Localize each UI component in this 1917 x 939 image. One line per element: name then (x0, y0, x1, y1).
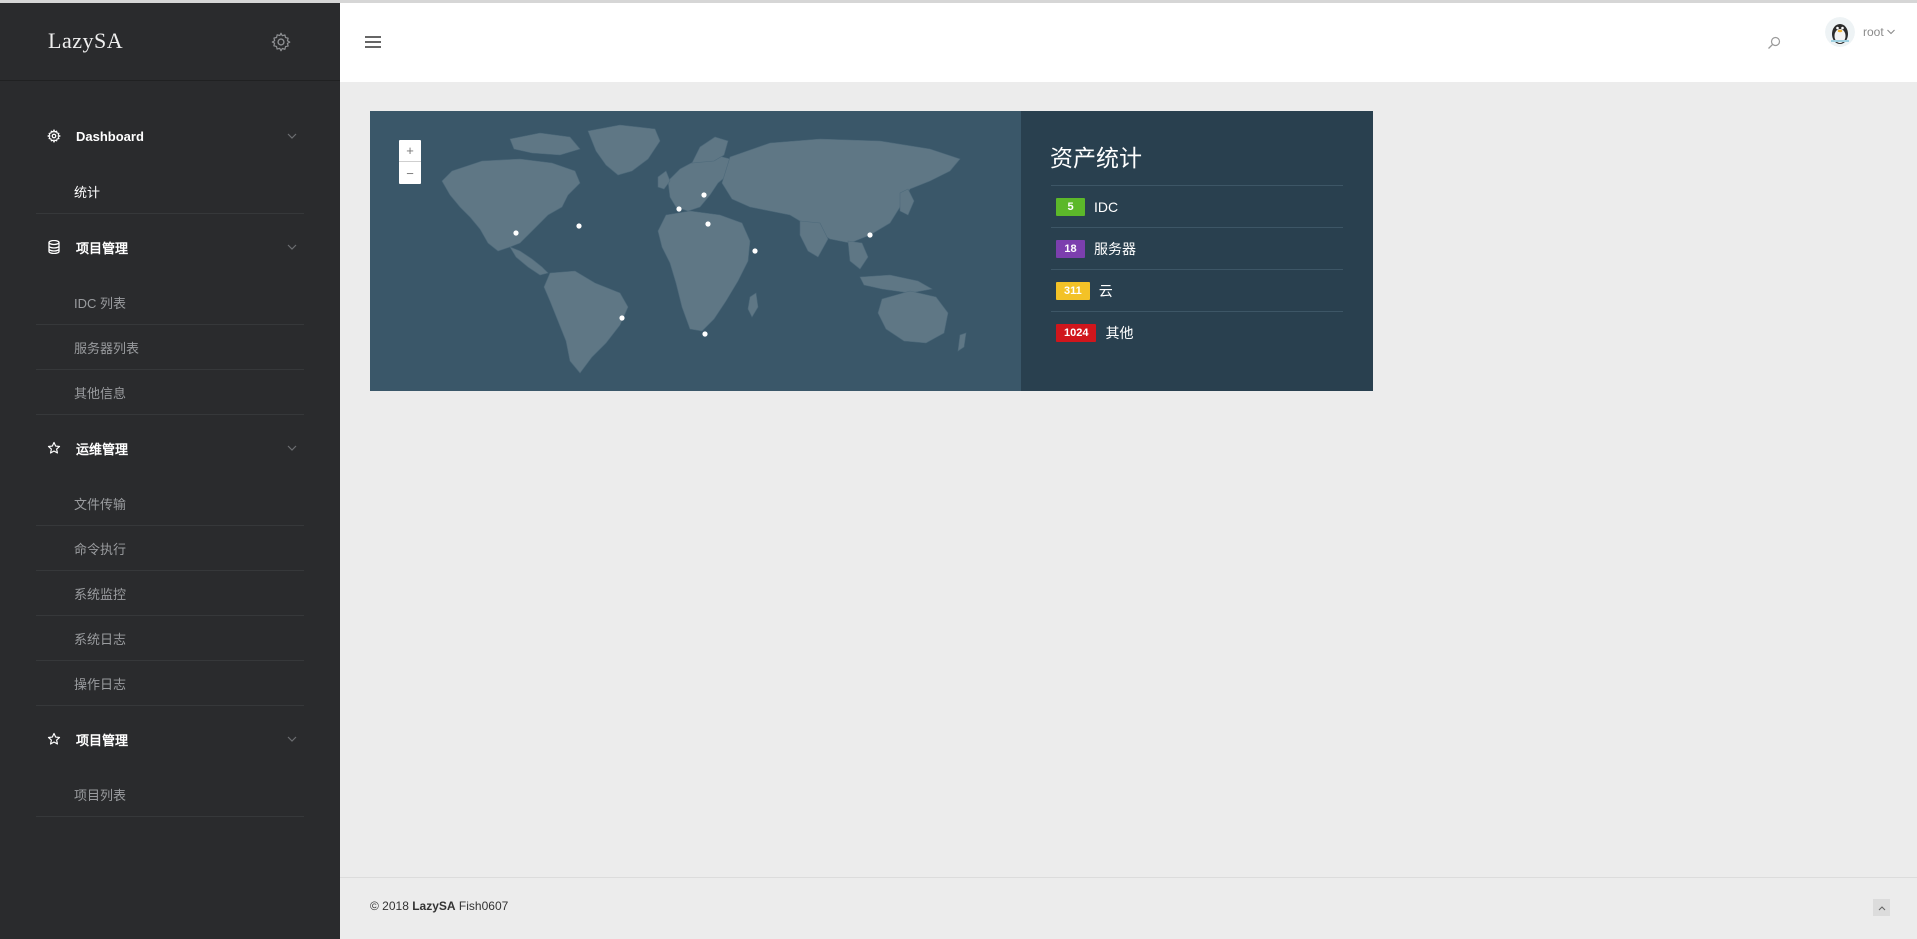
sidebar-item-stats[interactable]: 统计 (36, 169, 304, 214)
stat-label: 云 (1098, 282, 1113, 299)
stat-row-servers: 18 服务器 (1051, 227, 1343, 269)
user-menu[interactable]: root (1825, 17, 1896, 47)
sidebar-item-other-info[interactable]: 其他信息 (36, 370, 304, 415)
user-avatar (1825, 17, 1855, 47)
stat-row-other: 1024 其他 (1051, 311, 1343, 353)
user-name: root (1863, 25, 1884, 39)
sidebar-item-idc-list[interactable]: IDC 列表 (36, 280, 304, 325)
nav-group-dashboard: Dashboard 统计 (36, 103, 304, 214)
scroll-to-top-button[interactable] (1873, 899, 1890, 916)
nav-group-header-ops[interactable]: 运维管理 (36, 415, 304, 481)
brand-bar: LazySA (0, 0, 340, 81)
menu-toggle-icon[interactable] (365, 36, 381, 50)
stat-count-badge: 311 (1056, 281, 1090, 300)
zoom-in-button[interactable]: + (399, 140, 421, 162)
top-border (0, 0, 1917, 3)
sidebar: LazySA Dashboard 统计 项目管理 IDC 列表 服务器列表 其他… (0, 0, 340, 939)
chevron-down-icon (1886, 29, 1895, 35)
footer-author: Fish0607 (458, 899, 509, 913)
sidebar-item-operation-log[interactable]: 操作日志 (36, 661, 304, 706)
nav-group-label: 运维管理 (76, 441, 129, 457)
world-map[interactable]: + − (370, 111, 1021, 391)
world-map-graphic (441, 124, 967, 374)
stat-count-badge: 18 (1056, 239, 1085, 258)
nav-group-ops: 运维管理 文件传输 命令执行 系统监控 系统日志 操作日志 (36, 415, 304, 706)
top-header: root (340, 3, 1917, 82)
stat-row-cloud: 311 云 (1051, 269, 1343, 311)
stat-row-idc: 5 IDC (1051, 185, 1343, 227)
chevron-down-icon (287, 133, 297, 139)
nav-group-label: 项目管理 (76, 732, 129, 748)
chevron-down-icon (287, 445, 297, 451)
map-zoom-controls: + − (399, 140, 421, 184)
stat-count-badge: 5 (1056, 197, 1085, 216)
nav-group-header-projects[interactable]: 项目管理 (36, 214, 304, 280)
nav-group-header-project-management[interactable]: 项目管理 (36, 706, 304, 772)
stat-label: IDC (1094, 198, 1119, 215)
sidebar-nav: Dashboard 统计 项目管理 IDC 列表 服务器列表 其他信息 运维管理… (0, 81, 340, 817)
nav-group-project-management: 项目管理 项目列表 (36, 706, 304, 817)
database-icon (44, 237, 64, 257)
dashboard-gear-icon (44, 126, 64, 146)
stat-label: 服务器 (1094, 240, 1136, 257)
sidebar-item-project-list[interactable]: 项目列表 (36, 772, 304, 817)
sidebar-item-system-monitor[interactable]: 系统监控 (36, 571, 304, 616)
chevron-down-icon (287, 244, 297, 250)
sidebar-item-file-transfer[interactable]: 文件传输 (36, 481, 304, 526)
footer-copyright: © 2018 LazySA Fish0607 (370, 899, 508, 913)
star-icon (44, 729, 64, 749)
stat-label: 其他 (1105, 324, 1134, 341)
gear-icon[interactable] (270, 31, 292, 53)
asset-stats: 资产统计 5 IDC 18 服务器 311 云 1024 其他 (1021, 111, 1373, 391)
sidebar-item-command-exec[interactable]: 命令执行 (36, 526, 304, 571)
asset-panel: + − 资产统计 5 IDC 18 服务器 311 云 1024 其他 (370, 111, 1373, 391)
copyright-text: © 2018 (370, 899, 409, 913)
search-icon[interactable] (1766, 35, 1782, 51)
page-footer: © 2018 LazySA Fish0607 (340, 877, 1917, 939)
sidebar-item-system-log[interactable]: 系统日志 (36, 616, 304, 661)
zoom-out-button[interactable]: − (399, 162, 421, 184)
sidebar-item-server-list[interactable]: 服务器列表 (36, 325, 304, 370)
nav-group-projects: 项目管理 IDC 列表 服务器列表 其他信息 (36, 214, 304, 415)
stats-title: 资产统计 (1050, 145, 1142, 171)
chevron-up-icon (1878, 905, 1885, 910)
brand-logo-text[interactable]: LazySA (48, 28, 123, 54)
stat-count-badge: 1024 (1056, 323, 1097, 342)
nav-group-label: Dashboard (76, 128, 144, 144)
star-icon (44, 438, 64, 458)
nav-group-header-dashboard[interactable]: Dashboard (36, 103, 304, 169)
footer-brand[interactable]: LazySA (412, 899, 455, 913)
chevron-down-icon (287, 736, 297, 742)
nav-group-label: 项目管理 (76, 240, 129, 256)
